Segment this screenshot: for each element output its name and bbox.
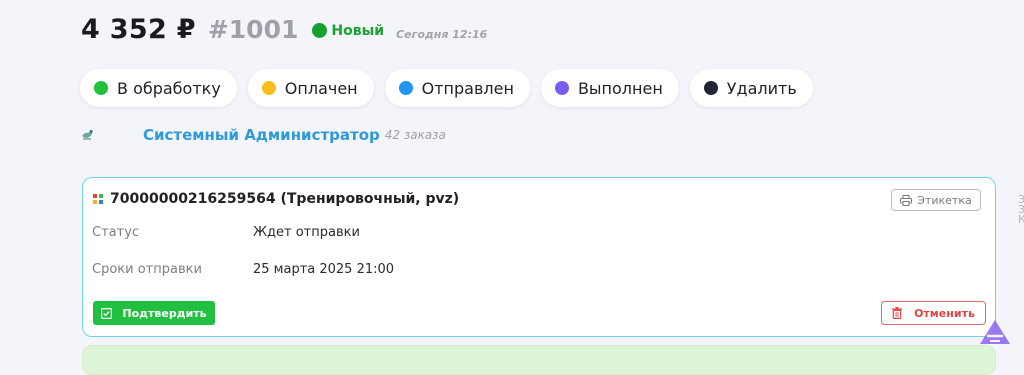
order-time: Сегодня 12:16 bbox=[396, 28, 488, 41]
action-label: Удалить bbox=[726, 78, 797, 98]
avatar-icon bbox=[82, 130, 93, 140]
purple-dot-icon bbox=[554, 81, 569, 95]
shipment-card: 70000000216259564 (Тренировочный, pvz) Э… bbox=[82, 177, 996, 337]
status-label: Новый bbox=[331, 22, 385, 39]
print-label-button[interactable]: Этикетка bbox=[891, 189, 981, 211]
status-key: Статус bbox=[92, 225, 140, 240]
delivery-service-icon bbox=[93, 193, 103, 204]
deadline-value: 25 марта 2025 21:00 bbox=[253, 262, 395, 277]
order-price: 4 352 ₽ bbox=[81, 14, 196, 45]
action-label: Оплачен bbox=[284, 78, 358, 98]
shipment-title: 70000000216259564 (Тренировочный, pvz) bbox=[93, 191, 459, 207]
action-delete-button[interactable]: Удалить bbox=[689, 69, 813, 107]
action-paid-button[interactable]: Оплачен bbox=[247, 69, 374, 107]
check-square-icon bbox=[101, 307, 113, 319]
order-number: #1001 bbox=[207, 15, 299, 44]
printer-icon bbox=[900, 194, 913, 206]
status-badge: Новый bbox=[312, 23, 384, 39]
tracking-number: 70000000216259564 (Тренировочный, pvz) bbox=[110, 191, 460, 207]
cancel-button[interactable]: Отменить bbox=[881, 301, 986, 325]
status-actions: В обработку Оплачен Отправлен Выполнен У… bbox=[80, 69, 813, 107]
confirm-button-label: Подтвердить bbox=[122, 306, 207, 320]
customer-name-link[interactable]: Системный Администратор bbox=[143, 126, 380, 144]
action-label: Выполнен bbox=[577, 78, 663, 98]
green-dot-icon bbox=[94, 81, 108, 95]
deadline-key: Сроки отправки bbox=[92, 262, 202, 277]
order-header: 4 352 ₽ #1001 Новый Сегодня 12:16 bbox=[81, 14, 487, 45]
customer-orders-count: 42 заказа bbox=[384, 128, 446, 142]
status-row: Статус Ждет отправки bbox=[92, 225, 360, 240]
blue-dot-icon bbox=[398, 81, 413, 95]
customer-row: Системный Администратор 42 заказа bbox=[80, 126, 446, 144]
action-completed-button[interactable]: Выполнен bbox=[540, 69, 679, 107]
action-sent-button[interactable]: Отправлен bbox=[384, 69, 530, 107]
trash-icon bbox=[892, 307, 903, 319]
action-label: В обработку bbox=[117, 78, 221, 98]
action-label: Отправлен bbox=[421, 78, 514, 98]
right-edge-text: К bbox=[1018, 213, 1024, 226]
yellow-dot-icon bbox=[261, 81, 276, 95]
status-dot-icon bbox=[312, 23, 328, 38]
cancel-button-label: Отменить bbox=[914, 306, 975, 320]
brand-logo-icon bbox=[980, 320, 1010, 344]
next-shipment-card bbox=[82, 345, 996, 375]
black-dot-icon bbox=[703, 81, 718, 95]
deadline-row: Сроки отправки 25 марта 2025 21:00 bbox=[92, 262, 394, 277]
print-label-text: Этикетка bbox=[917, 193, 972, 207]
action-in-processing-button[interactable]: В обработку bbox=[80, 69, 237, 107]
status-value: Ждет отправки bbox=[253, 225, 360, 240]
confirm-button[interactable]: Подтвердить bbox=[93, 301, 215, 325]
